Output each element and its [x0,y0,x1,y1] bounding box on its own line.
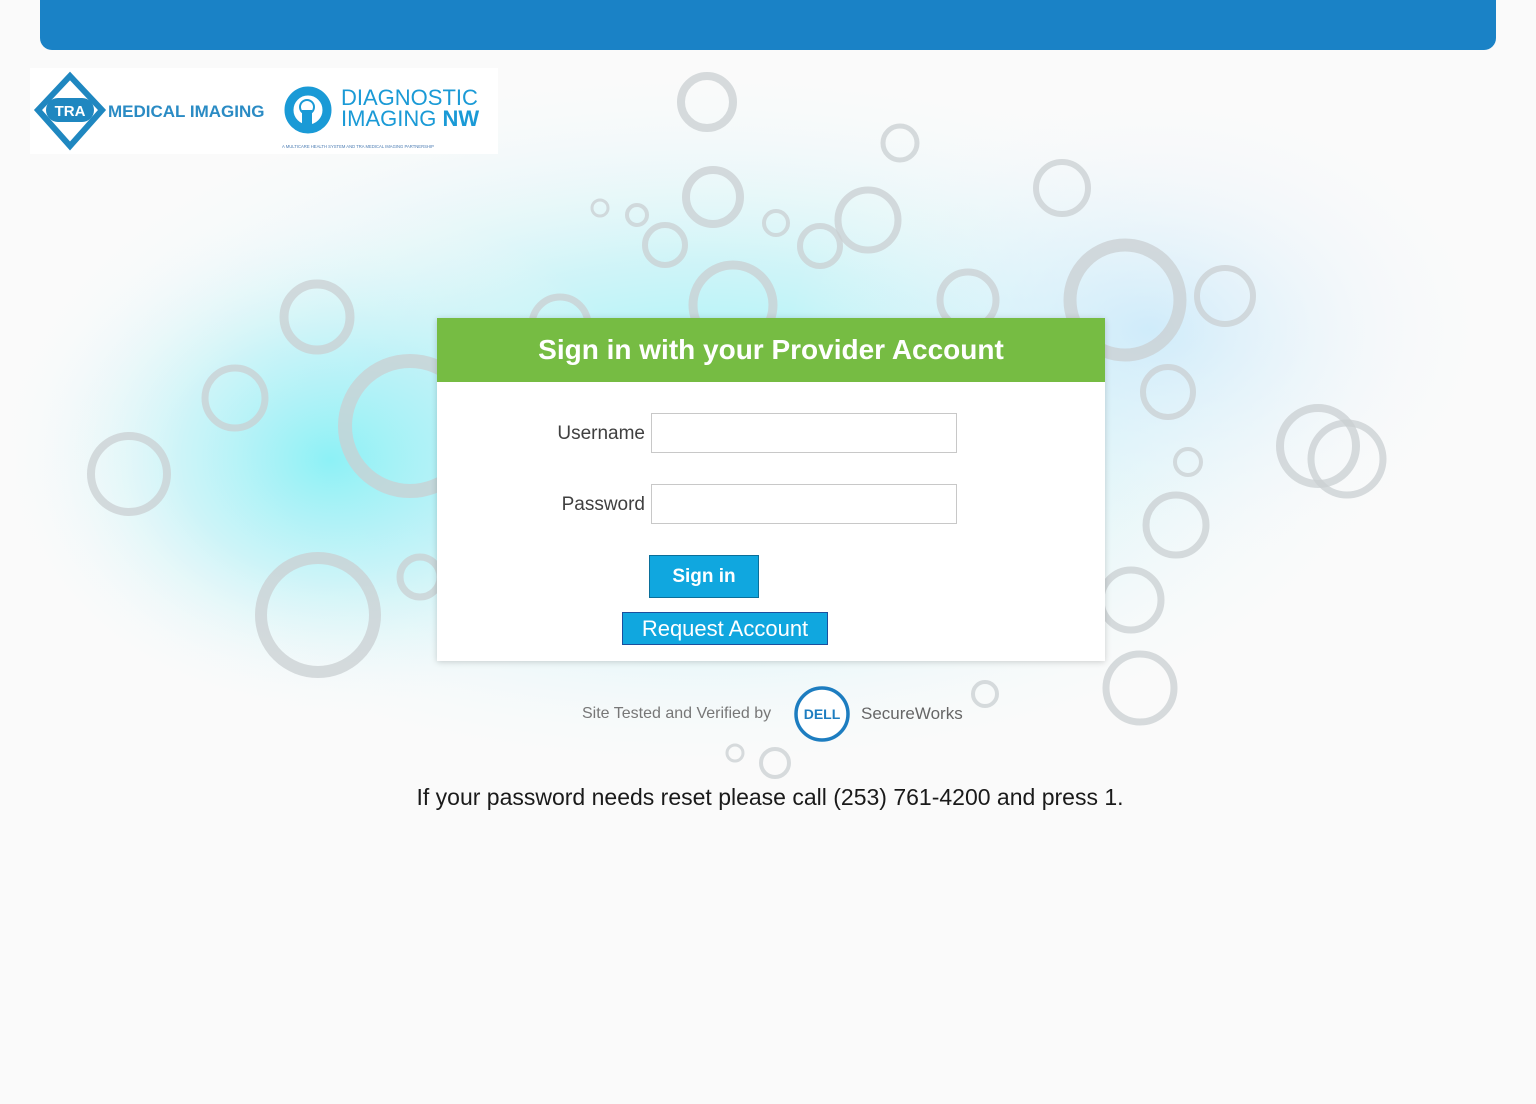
password-label: Password [561,494,645,515]
dinw-tagline-text: A MULTICARE HEALTH SYSTEM AND TRA MEDICA… [282,144,434,149]
dinw-line2-text: IMAGING NW [341,106,479,131]
secureworks-text: SecureWorks [861,704,963,723]
tra-name-text: MEDICAL IMAGING [108,102,264,121]
password-reset-note: If your password needs reset please call… [416,784,1124,810]
partner-logo: TRA MEDICAL IMAGING DIAGNOSTIC IMAGING N… [30,68,498,154]
dell-logo-text: DELL [804,706,841,722]
dinw-ring-icon [284,86,332,134]
security-verification-badge: Site Tested and Verified by DELL SecureW… [582,684,982,742]
verified-text: Site Tested and Verified by [582,705,772,722]
username-input[interactable] [651,413,957,453]
login-title: Sign in with your Provider Account [437,318,1105,382]
username-label: Username [557,423,645,444]
tra-mark-text: TRA [55,103,86,120]
dell-logo-icon: DELL [794,686,850,742]
sign-in-button[interactable]: Sign in [649,555,759,598]
request-account-button[interactable]: Request Account [622,612,828,645]
password-input[interactable] [651,484,957,524]
login-panel: Sign in with your Provider Account Usern… [437,318,1105,661]
